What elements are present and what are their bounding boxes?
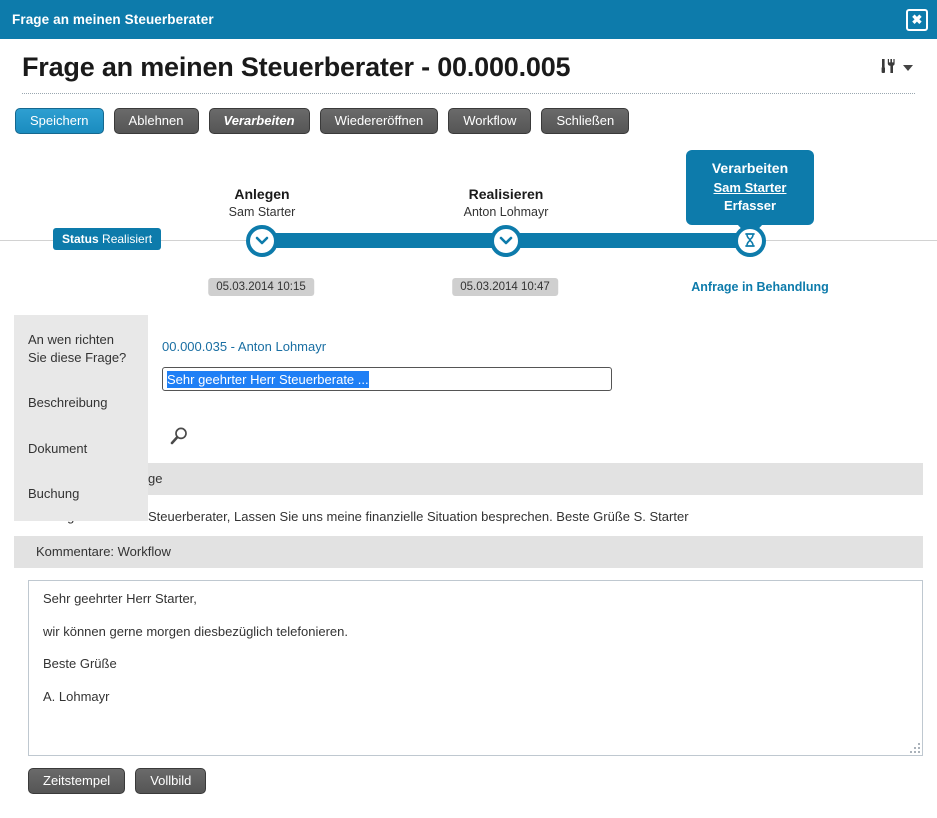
timeline-step-1-person: Sam Starter [228, 204, 296, 219]
label-recipient-line1: An wen richten [28, 332, 114, 347]
timeline-step-1-label: Anlegen Sam Starter [229, 185, 296, 221]
status-badge-value: Realisiert [102, 232, 153, 246]
workflow-comment-line-2: wir können gerne morgen diesbezüglich te… [43, 623, 348, 639]
label-recipient: An wen richten Sie diese Frage? [14, 331, 148, 366]
timeline-step-3-node[interactable] [734, 225, 766, 257]
workflow-comment-line-4: A. Lohmayr [43, 688, 110, 704]
tools-icon [878, 56, 898, 79]
timeline-step-1-node[interactable] [246, 225, 278, 257]
check-circle-icon [253, 231, 271, 252]
search-icon [168, 427, 190, 450]
timeline-step-3-title: Verarbeiten [711, 160, 789, 176]
page-header: Frage an meinen Steuerberater - 00.000.0… [0, 39, 937, 83]
status-badge: Status Realisiert [53, 228, 162, 250]
form-label-panel: An wen richten Sie diese Frage? Beschrei… [14, 315, 148, 521]
action-toolbar: Speichern Ablehnen Verarbeiten Wiedererö… [0, 94, 937, 134]
label-booking: Buchung [28, 486, 80, 502]
window-title: Frage an meinen Steuerberater [12, 12, 214, 27]
status-badge-prefix: Status [62, 232, 99, 246]
check-circle-icon [497, 231, 515, 252]
close-button[interactable]: Schließen [541, 108, 630, 134]
label-description: Beschreibung [28, 395, 108, 411]
process-button[interactable]: Verarbeiten [208, 108, 310, 134]
timeline-step-3-person-link[interactable]: Sam Starter [692, 179, 808, 197]
workflow-comment-line-3: Beste Grüße [43, 656, 117, 672]
timeline-step-2-title: Realisieren [468, 186, 544, 202]
timeline-step-3-state-link[interactable]: Anfrage in Behandlung [691, 280, 829, 294]
timeline-step-2-timestamp: 05.03.2014 10:47 [452, 278, 558, 296]
comments-request-body: Sehr geehrter Herr Steuerberater, Lassen… [36, 509, 689, 524]
hourglass-icon [742, 232, 758, 251]
workflow-comment-line-1: Sehr geehrter Herr Starter, [43, 591, 197, 606]
timestamp-button[interactable]: Zeitstempel [28, 768, 126, 794]
booking-search-button[interactable] [168, 425, 190, 450]
form-fields: 00.000.035 - Anton Lohmayr Sehr geehrter… [162, 315, 937, 463]
timeline-step-1-timestamp: 05.03.2014 10:15 [208, 278, 314, 296]
timeline-step-2-node[interactable] [490, 225, 522, 257]
tools-menu-button[interactable] [878, 56, 915, 79]
close-icon[interactable]: ✖ [906, 8, 928, 31]
chevron-down-icon [903, 64, 913, 71]
recipient-value-link[interactable]: 00.000.035 - Anton Lohmayr [162, 339, 326, 354]
comments-workflow-heading: Kommentare: Workflow [14, 536, 923, 568]
fullscreen-button[interactable]: Vollbild [135, 768, 207, 794]
window-titlebar: Frage an meinen Steuerberater ✖ [0, 0, 937, 39]
label-document: Dokument [28, 440, 88, 456]
save-button[interactable]: Speichern [15, 108, 104, 134]
reopen-button[interactable]: Wiedereröffnen [319, 108, 439, 134]
label-recipient-line2: Sie diese Frage? [28, 349, 127, 365]
workflow-button[interactable]: Workflow [448, 108, 532, 134]
timeline-step-3-callout: Verarbeiten Sam Starter Erfasser [686, 150, 814, 225]
description-input[interactable]: Sehr geehrter Herr Steuerberate ... [162, 367, 612, 391]
timeline-step-1-title: Anlegen [234, 186, 290, 202]
timeline-step-2-person: Anton Lohmayr [463, 204, 549, 219]
timeline-step-2-label: Realisieren Anton Lohmayr [464, 185, 549, 221]
comments-request-heading: Kommentare: Anfrage [14, 463, 923, 495]
form-area: An wen richten Sie diese Frage? Beschrei… [0, 315, 937, 521]
description-input-value: Sehr geehrter Herr Steuerberate ... [167, 370, 369, 388]
timeline-step-3-role: Erfasser [723, 197, 777, 213]
page-title: Frage an meinen Steuerberater - 00.000.0… [22, 52, 571, 82]
workflow-timeline: Status Realisiert Anlegen Sam Starter 05… [0, 140, 937, 315]
textarea-resize-handle[interactable] [908, 741, 920, 753]
reject-button[interactable]: Ablehnen [113, 108, 199, 134]
workflow-comment-textarea[interactable]: Sehr geehrter Herr Starter, wir können g… [28, 580, 923, 756]
footer-toolbar: Zeitstempel Vollbild [0, 756, 937, 794]
